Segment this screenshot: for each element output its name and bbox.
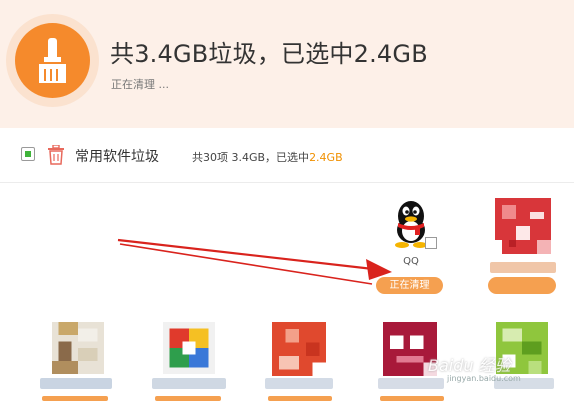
watermark: Baidu 经验 — [428, 356, 511, 375]
annotation-arrow — [117, 238, 392, 285]
watermark-url: jingyan.baidu.com — [447, 374, 521, 383]
